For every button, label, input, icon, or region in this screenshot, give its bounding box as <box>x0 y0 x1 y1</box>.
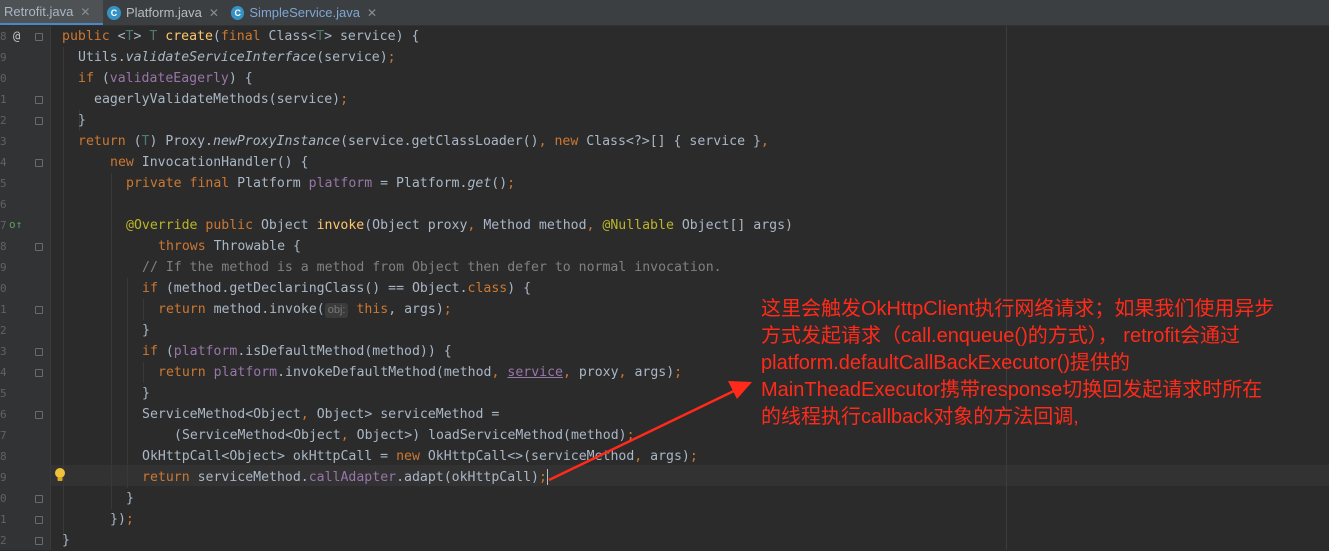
annotation-line: 的线程执行callback对象的方法回调, <box>761 406 1079 428</box>
annotation-line: platform.defaultCallBackExecutor()提供的 <box>761 352 1131 374</box>
annotation-line: 这里会触发OkHttpClient执行网络请求；如果我们使用异步 <box>761 298 1275 320</box>
annotation-line: 方式发起请求（call.enqueue()的方式）， retrofit会通过 <box>761 325 1240 347</box>
annotation-line: MainTheadExecutor携带response切换回发起请求时所在 <box>761 379 1263 401</box>
annotation-note: 这里会触发OkHttpClient执行网络请求；如果我们使用异步 方式发起请求（… <box>761 296 1321 431</box>
annotation-arrow <box>548 381 752 482</box>
